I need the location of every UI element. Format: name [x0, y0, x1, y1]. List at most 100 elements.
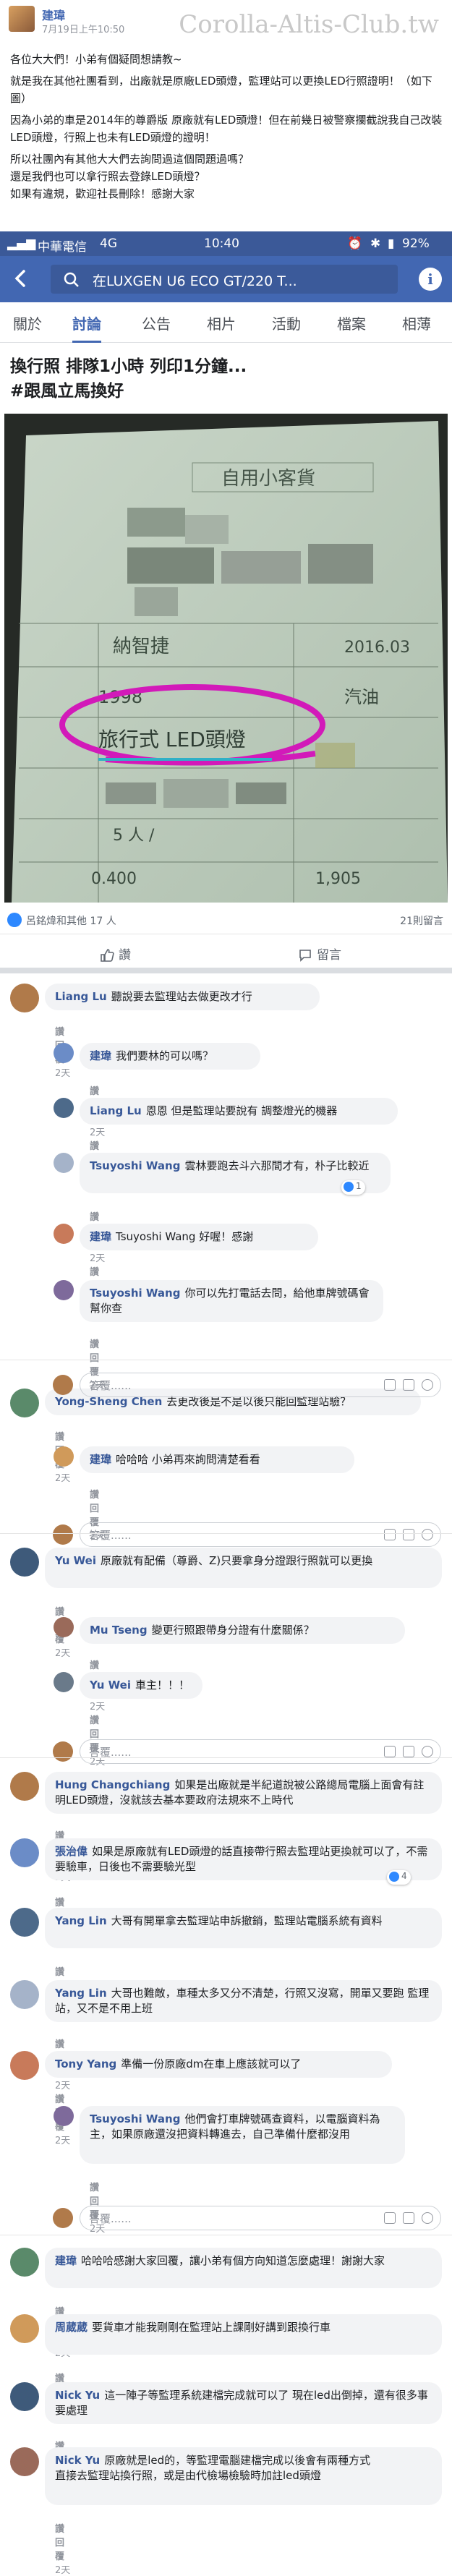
- commenter-avatar[interactable]: [10, 1389, 39, 1417]
- emoji-icon[interactable]: [422, 2212, 433, 2224]
- commenter-avatar[interactable]: [54, 1098, 74, 1118]
- comment-like-link[interactable]: 讚: [90, 1490, 99, 1501]
- like-button[interactable]: 讚: [100, 944, 131, 965]
- commenter-avatar[interactable]: [54, 1224, 74, 1244]
- comment-like-link[interactable]: 讚: [55, 1898, 64, 1908]
- commenter-avatar[interactable]: [10, 1980, 39, 2009]
- commenter-name[interactable]: Tony Yang: [55, 2057, 116, 2070]
- comment-count[interactable]: 21則留言: [400, 913, 443, 928]
- comment-like-link[interactable]: 讚: [55, 2524, 64, 2535]
- tab-albums[interactable]: 相薄: [402, 312, 431, 343]
- commenter-name[interactable]: Nick Yu: [55, 2389, 100, 2402]
- comment-reaction-count[interactable]: 1: [341, 1180, 365, 1195]
- info-icon[interactable]: i: [419, 268, 442, 291]
- commenter-name[interactable]: 建瑋: [90, 1049, 111, 1062]
- tab-discussion[interactable]: 討論: [72, 312, 101, 343]
- back-arrow-icon[interactable]: [10, 268, 32, 289]
- comment-reaction-count[interactable]: 4: [387, 1870, 411, 1885]
- comment-like-link[interactable]: 讚: [90, 1715, 99, 1726]
- comment-like-link[interactable]: 讚: [90, 1141, 99, 1152]
- camera-icon[interactable]: [384, 2212, 396, 2224]
- commenter-avatar[interactable]: [10, 2051, 39, 2080]
- comment-like-link[interactable]: 讚: [90, 1267, 99, 1278]
- commenter-name[interactable]: Liang Lu: [55, 990, 107, 1003]
- commenter-name[interactable]: 建瑋: [55, 2254, 77, 2267]
- comment-button[interactable]: 留言: [298, 944, 341, 965]
- tab-about[interactable]: 關於: [13, 312, 42, 343]
- camera-icon[interactable]: [384, 1379, 396, 1391]
- commenter-name[interactable]: 建瑋: [90, 1230, 111, 1243]
- emoji-icon[interactable]: [422, 1379, 433, 1391]
- reactions-summary[interactable]: 呂銘煒和其他 17 人 21則留言: [0, 905, 452, 934]
- gif-icon[interactable]: [403, 1529, 414, 1540]
- comment-like-link[interactable]: 讚: [55, 2094, 64, 2105]
- comment-like-link[interactable]: 讚: [55, 1432, 64, 1443]
- tab-photos[interactable]: 相片: [207, 312, 236, 343]
- comment-like-link[interactable]: 讚: [90, 1660, 99, 1671]
- commenter-name[interactable]: Hung Changchiang: [55, 1778, 170, 1791]
- thread-divider: [0, 1533, 452, 1534]
- alarm-icon: ⏰: [347, 236, 363, 251]
- comment-text: 原廠就有配備（尊爵、Z)只要拿身分證跟行照就可以更換: [101, 1554, 373, 1567]
- commenter-name[interactable]: Yang Lin: [55, 1914, 107, 1927]
- comment-like-link[interactable]: 讚: [90, 1212, 99, 1223]
- gif-icon[interactable]: [403, 1379, 414, 1391]
- search-input[interactable]: 在LUXGEN U6 ECO GT/220 T...: [51, 265, 398, 294]
- tab-files[interactable]: 檔案: [337, 312, 366, 343]
- author-avatar[interactable]: [9, 6, 35, 32]
- emoji-icon[interactable]: [422, 1746, 433, 1757]
- commenter-avatar[interactable]: [10, 1908, 39, 1937]
- commenter-name[interactable]: Tsuyoshi Wang: [90, 1287, 180, 1300]
- commenter-avatar[interactable]: [54, 1446, 74, 1467]
- commenter-avatar[interactable]: [10, 1772, 39, 1801]
- commenter-avatar[interactable]: [54, 2106, 74, 2126]
- camera-icon[interactable]: [384, 1746, 396, 1757]
- comment-like-link[interactable]: 讚: [90, 2183, 99, 2193]
- commenter-name[interactable]: 張治偉: [55, 1845, 88, 1858]
- tab-announcements[interactable]: 公告: [142, 312, 171, 343]
- gif-icon[interactable]: [403, 2212, 414, 2224]
- commenter-name[interactable]: 周葳葳: [55, 2321, 88, 2334]
- commenter-name[interactable]: Tsuyoshi Wang: [90, 2112, 180, 2125]
- commenter-name[interactable]: Nick Yu: [55, 2454, 100, 2467]
- commenter-avatar[interactable]: [10, 1548, 39, 1577]
- comment-like-link[interactable]: 讚: [90, 1339, 99, 1350]
- commenter-avatar[interactable]: [54, 1043, 74, 1063]
- comment-like-link[interactable]: 讚: [90, 1086, 99, 1097]
- commenter-avatar[interactable]: [10, 2447, 39, 2476]
- commenter-avatar[interactable]: [54, 1280, 74, 1300]
- commenter-avatar[interactable]: [54, 1672, 74, 1692]
- reply-input[interactable]: 答覆......: [53, 2206, 441, 2230]
- tab-events[interactable]: 活動: [272, 312, 301, 343]
- commenter-name[interactable]: Yu Wei: [55, 1554, 96, 1567]
- author-name[interactable]: 建瑋: [42, 6, 65, 23]
- commenter-name[interactable]: 建瑋: [90, 1453, 111, 1466]
- camera-icon[interactable]: [384, 1529, 396, 1540]
- commenter-avatar[interactable]: [10, 2314, 39, 2343]
- commenter-avatar[interactable]: [54, 1617, 74, 1637]
- comment-reply-link[interactable]: 回覆: [55, 2538, 64, 2562]
- reply-input[interactable]: 答覆......: [53, 1373, 441, 1397]
- post-hashtag[interactable]: #跟風立馬換好: [10, 379, 444, 404]
- comment-like-link[interactable]: 讚: [55, 1027, 64, 1038]
- commenter-name[interactable]: Tsuyoshi Wang: [90, 1159, 180, 1172]
- commenter-avatar[interactable]: [10, 2248, 39, 2277]
- commenter-avatar[interactable]: [10, 984, 39, 1012]
- reply-input[interactable]: 答覆......: [53, 1522, 441, 1547]
- reply-input[interactable]: 答覆......: [53, 1739, 441, 1764]
- comment-like-link[interactable]: 讚: [55, 1607, 64, 1618]
- comment-like-link[interactable]: 讚: [55, 1967, 64, 1978]
- commenter-name[interactable]: Yu Wei: [90, 1679, 131, 1692]
- reactors-text[interactable]: 呂銘煒和其他 17 人: [26, 913, 116, 928]
- commenter-name[interactable]: Yang Lin: [55, 1987, 107, 2000]
- license-photo[interactable]: 自用小客貨 納智捷 2016.03 1998 汽油 旅行式 LED頭燈 5 人 …: [4, 414, 448, 903]
- commenter-name[interactable]: Mu Tseng: [90, 1624, 148, 1637]
- commenter-avatar[interactable]: [10, 1838, 39, 1867]
- like-reaction-icon: [389, 1871, 399, 1882]
- comment-like-link[interactable]: 讚: [55, 2039, 64, 2050]
- commenter-avatar[interactable]: [10, 2382, 39, 2411]
- commenter-avatar[interactable]: [54, 1153, 74, 1173]
- commenter-name[interactable]: Liang Lu: [90, 1104, 142, 1117]
- emoji-icon[interactable]: [422, 1529, 433, 1540]
- gif-icon[interactable]: [403, 1746, 414, 1757]
